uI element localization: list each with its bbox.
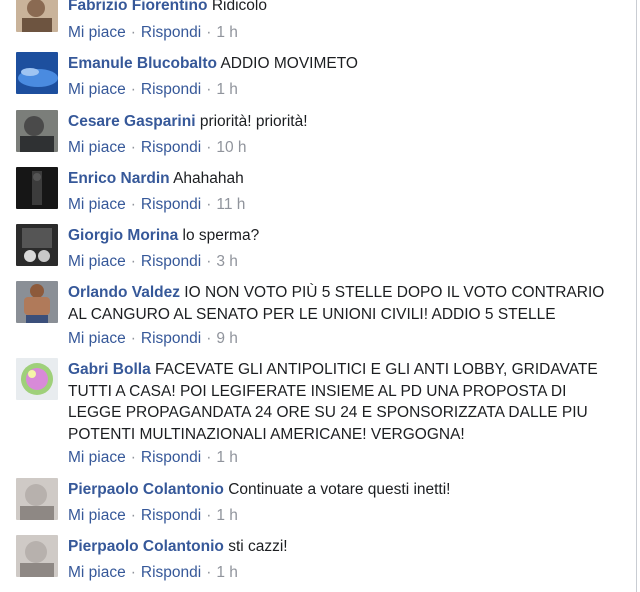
reply-link[interactable]: Rispondi bbox=[141, 564, 201, 581]
comment-text: Ahahahah bbox=[173, 170, 244, 187]
like-link[interactable]: Mi piace bbox=[68, 24, 126, 41]
separator: · bbox=[206, 449, 212, 466]
reply-link[interactable]: Rispondi bbox=[141, 196, 201, 213]
comment-actions: Mi piace · Rispondi · 1 h bbox=[68, 23, 238, 43]
comment-author[interactable]: Gabri Bolla bbox=[68, 361, 151, 378]
profile-photo-icon bbox=[16, 535, 58, 577]
like-link[interactable]: Mi piace bbox=[68, 196, 126, 213]
reply-link[interactable]: Rispondi bbox=[141, 507, 201, 524]
profile-photo-icon bbox=[16, 110, 58, 152]
comment-author[interactable]: Pierpaolo Colantonio bbox=[68, 538, 224, 555]
comment-actions: Mi piace · Rispondi · 1 h bbox=[68, 80, 238, 100]
reply-link[interactable]: Rispondi bbox=[141, 330, 201, 347]
profile-photo-icon bbox=[16, 478, 58, 520]
separator: · bbox=[206, 253, 212, 270]
comment-text: ADDIO MOVIMETO bbox=[220, 55, 358, 72]
comment-text: priorità! priorità! bbox=[199, 113, 308, 130]
separator: · bbox=[130, 81, 136, 98]
avatar[interactable] bbox=[16, 224, 58, 266]
timestamp[interactable]: 11 h bbox=[216, 196, 245, 213]
feed-right-border bbox=[636, 0, 637, 592]
separator: · bbox=[130, 564, 136, 581]
separator: · bbox=[206, 330, 212, 347]
timestamp[interactable]: 1 h bbox=[216, 81, 238, 98]
comment-actions: Mi piace · Rispondi · 3 h bbox=[68, 252, 238, 272]
reply-link[interactable]: Rispondi bbox=[141, 81, 201, 98]
separator: · bbox=[206, 139, 212, 156]
comment-author[interactable]: Giorgio Morina bbox=[68, 227, 178, 244]
comment-actions: Mi piace · Rispondi · 1 h bbox=[68, 448, 238, 468]
avatar[interactable] bbox=[16, 535, 58, 577]
reply-link[interactable]: Rispondi bbox=[141, 253, 201, 270]
separator: · bbox=[130, 196, 136, 213]
avatar[interactable] bbox=[16, 281, 58, 323]
separator: · bbox=[130, 139, 136, 156]
comment-actions: Mi piace · Rispondi · 1 h bbox=[68, 563, 238, 583]
separator: · bbox=[130, 507, 136, 524]
profile-photo-icon bbox=[16, 52, 58, 94]
profile-photo-icon bbox=[16, 224, 58, 266]
like-link[interactable]: Mi piace bbox=[68, 81, 126, 98]
separator: · bbox=[130, 24, 136, 41]
comment-author[interactable]: Fabrizio Fiorentino bbox=[68, 0, 208, 14]
like-link[interactable]: Mi piace bbox=[68, 507, 126, 524]
timestamp[interactable]: 1 h bbox=[216, 507, 238, 524]
separator: · bbox=[206, 81, 212, 98]
comment-author[interactable]: Cesare Gasparini bbox=[68, 113, 196, 130]
separator: · bbox=[130, 449, 136, 466]
comment-actions: Mi piace · Rispondi · 1 h bbox=[68, 506, 238, 526]
comment-author[interactable]: Enrico Nardin bbox=[68, 170, 170, 187]
comment-text: sti cazzi! bbox=[228, 538, 288, 555]
comment-author[interactable]: Emanule Blucobalto bbox=[68, 55, 217, 72]
profile-photo-icon bbox=[16, 358, 58, 400]
separator: · bbox=[206, 196, 212, 213]
reply-link[interactable]: Rispondi bbox=[141, 449, 201, 466]
comment-author[interactable]: Pierpaolo Colantonio bbox=[68, 481, 224, 498]
like-link[interactable]: Mi piace bbox=[68, 330, 126, 347]
timestamp[interactable]: 1 h bbox=[216, 24, 238, 41]
like-link[interactable]: Mi piace bbox=[68, 253, 126, 270]
avatar[interactable] bbox=[16, 478, 58, 520]
like-link[interactable]: Mi piace bbox=[68, 139, 126, 156]
avatar[interactable] bbox=[16, 52, 58, 94]
profile-photo-icon bbox=[16, 281, 58, 323]
avatar[interactable] bbox=[16, 358, 58, 400]
avatar[interactable] bbox=[16, 110, 58, 152]
like-link[interactable]: Mi piace bbox=[68, 449, 126, 466]
avatar[interactable] bbox=[16, 0, 58, 32]
reply-link[interactable]: Rispondi bbox=[141, 139, 201, 156]
separator: · bbox=[206, 507, 212, 524]
comment-actions: Mi piace · Rispondi · 10 h bbox=[68, 138, 247, 158]
timestamp[interactable]: 1 h bbox=[216, 449, 238, 466]
comment-text: Continuate a votare questi inetti! bbox=[228, 481, 451, 498]
separator: · bbox=[206, 24, 212, 41]
profile-photo-icon bbox=[16, 167, 58, 209]
separator: · bbox=[130, 330, 136, 347]
reply-link[interactable]: Rispondi bbox=[141, 24, 201, 41]
timestamp[interactable]: 3 h bbox=[216, 253, 238, 270]
separator: · bbox=[130, 253, 136, 270]
comment-text: Ridicolo bbox=[211, 0, 267, 14]
comment-text: lo sperma? bbox=[182, 227, 260, 244]
like-link[interactable]: Mi piace bbox=[68, 564, 126, 581]
comment-actions: Mi piace · Rispondi · 9 h bbox=[68, 329, 238, 349]
separator: · bbox=[206, 564, 212, 581]
timestamp[interactable]: 1 h bbox=[216, 564, 238, 581]
comment-actions: Mi piace · Rispondi · 11 h bbox=[68, 195, 245, 215]
profile-photo-icon bbox=[16, 0, 58, 32]
timestamp[interactable]: 10 h bbox=[216, 139, 246, 156]
comment-author[interactable]: Orlando Valdez bbox=[68, 284, 180, 301]
timestamp[interactable]: 9 h bbox=[216, 330, 238, 347]
avatar[interactable] bbox=[16, 167, 58, 209]
